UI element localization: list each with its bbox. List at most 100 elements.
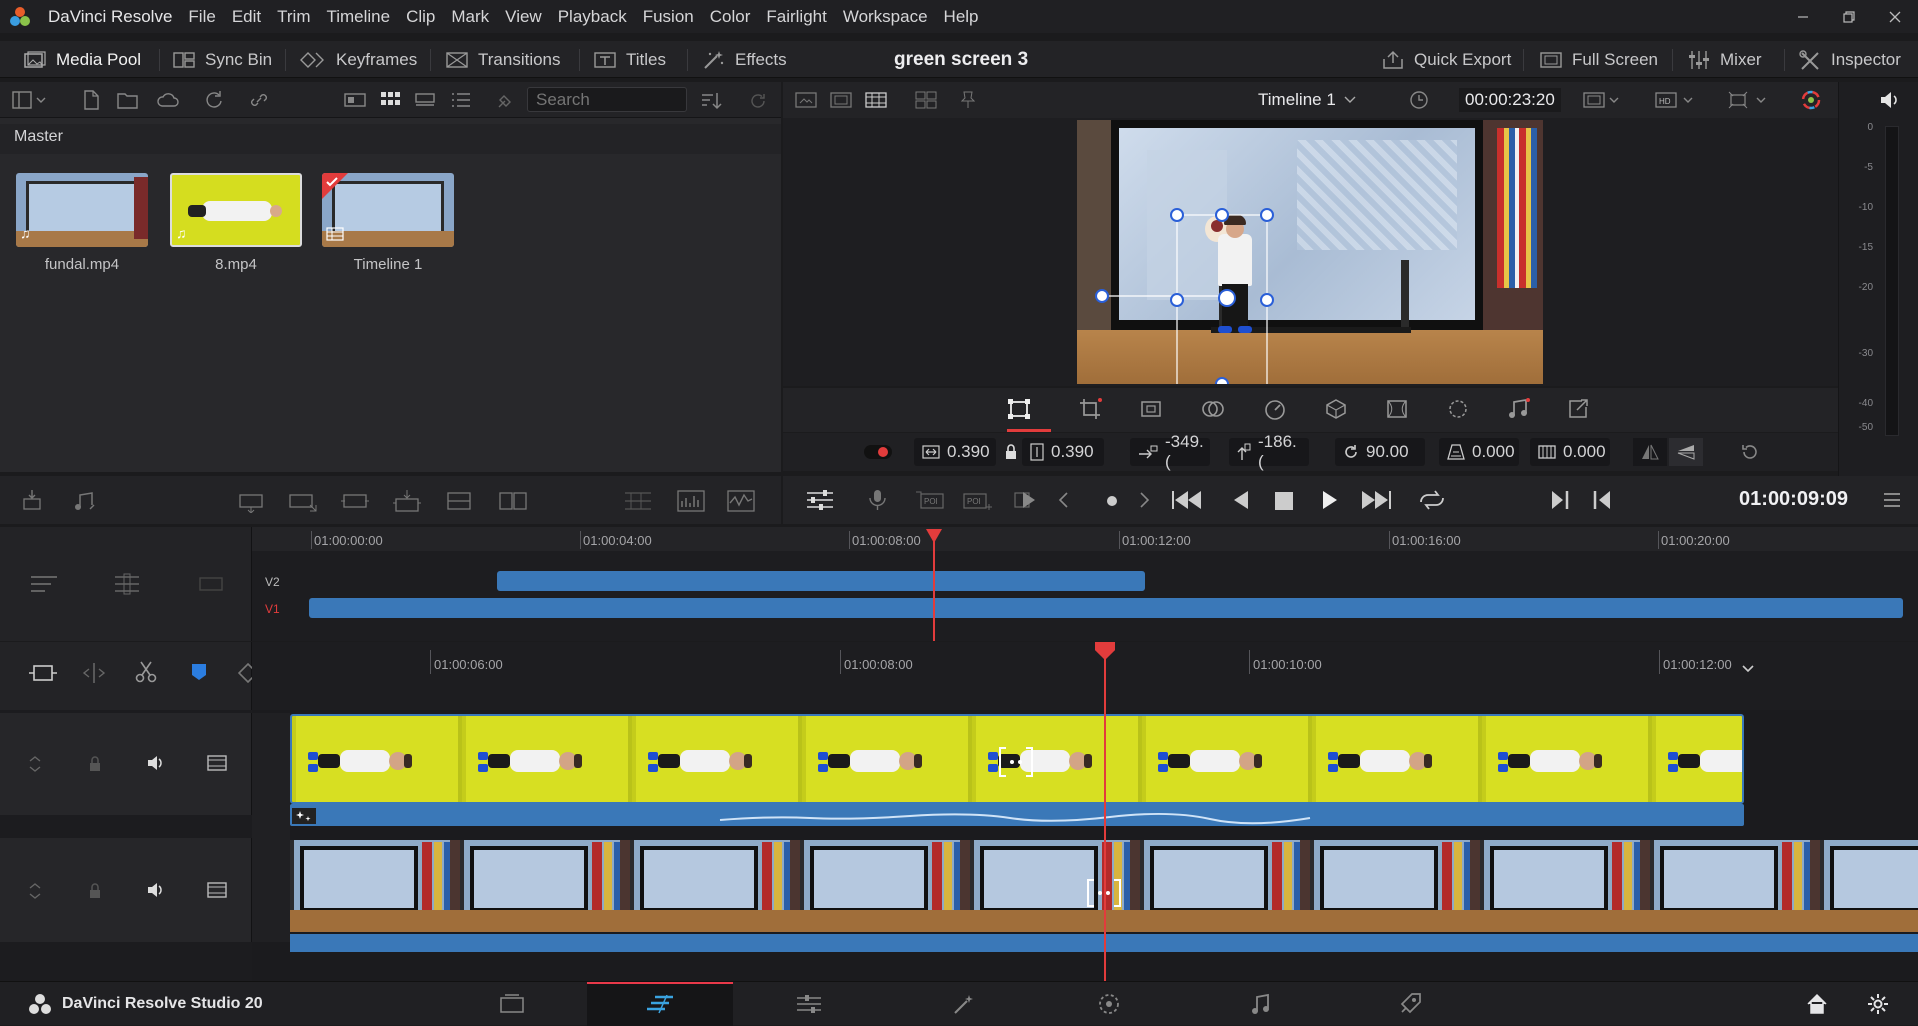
menu-clip[interactable]: Clip	[398, 7, 443, 27]
metadata-view-icon[interactable]	[344, 92, 366, 108]
next-edit-icon[interactable]	[1549, 489, 1571, 511]
previous-frame-icon[interactable]	[1057, 491, 1071, 509]
timeline-options-icon[interactable]	[805, 489, 835, 511]
clip-a2-audio[interactable]	[290, 804, 1744, 826]
page-deliver[interactable]	[1337, 982, 1483, 1026]
track-audio-speaker-icon[interactable]	[146, 754, 166, 772]
menu-edit[interactable]: Edit	[224, 7, 269, 27]
list-view-icon[interactable]	[451, 92, 471, 108]
hd-output-icon[interactable]: HD	[1655, 91, 1695, 109]
media-pool-button[interactable]: Media Pool	[24, 41, 141, 78]
timecode-display[interactable]: 01:00:09:09	[1739, 488, 1848, 511]
go-to-end-icon[interactable]	[1360, 489, 1394, 511]
page-edit[interactable]	[736, 982, 882, 1026]
smart-reframe-icon[interactable]	[1567, 398, 1591, 420]
minimize-button[interactable]	[1780, 0, 1826, 33]
zoom-fit-icon[interactable]	[196, 573, 226, 595]
go-to-start-icon[interactable]	[1169, 489, 1203, 511]
audio-tracks-icon[interactable]	[112, 573, 142, 595]
menu-file[interactable]: File	[180, 7, 223, 27]
thumbnail-view-icon[interactable]	[380, 91, 400, 109]
marker-icon[interactable]	[190, 662, 208, 682]
jog-dot-icon[interactable]	[1106, 495, 1118, 507]
page-media[interactable]	[439, 982, 585, 1026]
inspector-button[interactable]: Inspector	[1799, 41, 1901, 78]
page-color[interactable]	[1036, 982, 1182, 1026]
speaker-icon[interactable]	[1879, 90, 1901, 110]
rotation-field[interactable]: 90.00	[1335, 438, 1425, 466]
refresh-icon[interactable]	[748, 91, 768, 111]
mixer-button[interactable]: Mixer	[1688, 41, 1762, 78]
yaw-field[interactable]: 0.000	[1530, 438, 1610, 466]
settings-gear-icon[interactable]	[1867, 993, 1889, 1015]
home-icon[interactable]	[1806, 993, 1828, 1015]
import-media-icon[interactable]	[81, 90, 101, 110]
menu-workspace[interactable]: Workspace	[835, 7, 936, 27]
upper-playhead[interactable]	[933, 537, 935, 641]
overview-clip-v2[interactable]	[497, 571, 1145, 591]
quick-export-button[interactable]: Quick Export	[1382, 41, 1511, 78]
clip-8[interactable]: ♫ 8.mp4	[170, 173, 302, 273]
composite-icon[interactable]	[1201, 398, 1225, 420]
close-up-icon[interactable]	[288, 489, 318, 513]
menu-help[interactable]: Help	[936, 7, 987, 27]
trim-start-icon[interactable]	[28, 662, 58, 684]
speed-icon[interactable]	[1263, 398, 1287, 420]
transform-tool-icon[interactable]	[1007, 398, 1031, 420]
pitch-field[interactable]: 0.000	[1439, 438, 1519, 466]
lower-timeline[interactable]: 01:00:06:00 01:00:08:00 01:00:10:00 01:0…	[0, 642, 1918, 981]
sort-icon[interactable]	[700, 91, 722, 111]
place-on-top-icon[interactable]	[340, 489, 370, 513]
page-fairlight[interactable]	[1187, 982, 1333, 1026]
mark-in-poi-icon[interactable]: POI	[915, 489, 945, 511]
flip-horizontal-button[interactable]	[1633, 438, 1667, 466]
clip-fundal[interactable]: ♫ fundal.mp4	[16, 173, 148, 273]
fast-review-icon[interactable]	[1013, 489, 1043, 511]
transform-overlay[interactable]	[1077, 120, 1543, 384]
source-tape-icon[interactable]	[830, 91, 852, 109]
lock-icon[interactable]	[1005, 444, 1017, 460]
menu-playback[interactable]: Playback	[550, 7, 635, 27]
full-screen-button[interactable]: Full Screen	[1540, 41, 1658, 78]
new-bin-icon[interactable]	[117, 90, 139, 110]
page-cut[interactable]	[587, 982, 733, 1026]
cloud-icon[interactable]	[157, 90, 179, 110]
track-lock-icon[interactable]	[88, 755, 102, 773]
trim-tool-icon[interactable]	[80, 662, 108, 684]
play-icon[interactable]	[1319, 489, 1341, 511]
clip-timeline-1[interactable]: Timeline 1	[322, 173, 454, 273]
next-frame-icon[interactable]	[1137, 491, 1151, 509]
overview-clip-v1[interactable]	[309, 598, 1903, 618]
color-wheel-icon[interactable]	[1800, 89, 1822, 111]
position-x-field[interactable]: -349.(	[1130, 432, 1210, 471]
search-icon[interactable]	[496, 92, 516, 110]
menu-fairlight[interactable]: Fairlight	[758, 7, 834, 27]
zoom-x-field[interactable]: 0.390	[914, 438, 996, 466]
previous-edit-icon[interactable]	[1591, 489, 1613, 511]
transform-overlay-icon[interactable]	[1728, 91, 1768, 109]
lens-correction-icon[interactable]	[1385, 398, 1409, 420]
crop-tool-icon[interactable]	[1079, 398, 1103, 420]
menu-fusion[interactable]: Fusion	[635, 7, 702, 27]
page-fusion[interactable]	[890, 982, 1036, 1026]
sidebar-toggle-icon[interactable]	[12, 91, 46, 109]
unlink-icon[interactable]	[249, 90, 269, 110]
append-icon[interactable]	[72, 489, 98, 513]
menu-timeline[interactable]: Timeline	[318, 7, 398, 27]
relink-icon[interactable]	[204, 90, 224, 110]
sync-bin-button[interactable]: Sync Bin	[173, 41, 272, 78]
menu-color[interactable]: Color	[702, 7, 759, 27]
split-clip-icon[interactable]	[444, 489, 474, 513]
safe-area-icon[interactable]	[795, 91, 817, 109]
search-input[interactable]	[527, 87, 687, 112]
multicam-icon[interactable]	[915, 91, 937, 109]
timeline-viewer[interactable]	[783, 118, 1838, 386]
keyframes-button[interactable]: Keyframes	[300, 41, 417, 78]
histogram-icon[interactable]	[676, 489, 706, 513]
transitions-button[interactable]: Transitions	[446, 41, 561, 78]
mark-out-poi-icon[interactable]: POI	[963, 489, 995, 511]
restore-button[interactable]	[1826, 0, 1872, 33]
stabilization-icon[interactable]	[1324, 398, 1348, 420]
scissors-icon[interactable]	[134, 660, 158, 684]
menu-trim[interactable]: Trim	[269, 7, 318, 27]
